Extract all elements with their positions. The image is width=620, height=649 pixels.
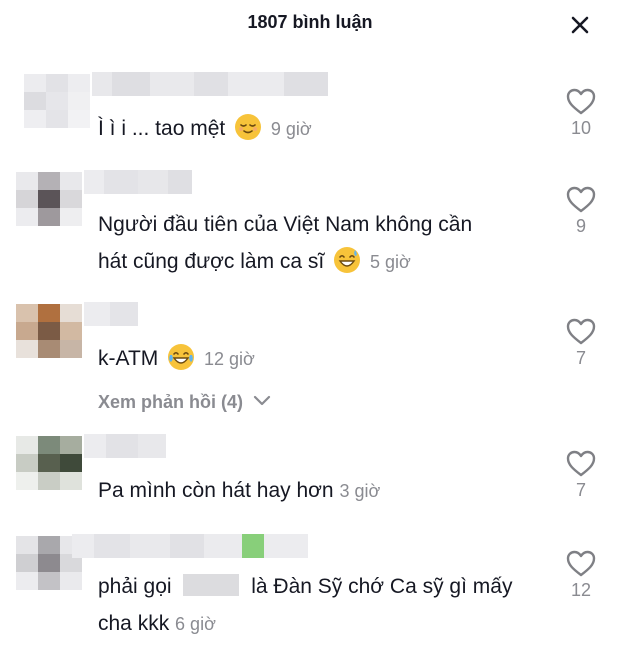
avatar[interactable]: [16, 172, 82, 226]
chevron-down-icon: [253, 395, 271, 406]
comment-item: Ì ì i ... tao mệt 9 giờ 10: [0, 70, 620, 160]
heart-icon: [566, 88, 596, 115]
like-button[interactable]: 7: [558, 316, 604, 369]
close-icon[interactable]: [564, 10, 596, 40]
comment-text: Người đầu tiên của Việt Nam không cần há…: [98, 206, 472, 281]
comment-body-part-2: là Đàn Sỹ chớ Ca sỹ gì mấy: [251, 575, 513, 598]
comments-header: 1807 bình luận: [0, 0, 620, 50]
avatar[interactable]: [16, 304, 82, 358]
comment-body: cha kkk: [98, 612, 170, 635]
username-censored[interactable]: [84, 434, 166, 458]
censored-name-block: [183, 574, 240, 596]
comment-text: Pa mình còn hát hay hơn 3 giờ: [98, 472, 380, 510]
like-button[interactable]: 7: [558, 448, 604, 501]
heart-icon: [566, 450, 596, 477]
avatar[interactable]: [24, 74, 90, 128]
comment-time: 6 giờ: [175, 614, 216, 634]
tears-of-joy-icon: [168, 344, 195, 370]
comment-body: hát cũng được làm ca sĩ: [98, 250, 325, 273]
comment-body: k-ATM: [98, 347, 159, 370]
username-censored[interactable]: [92, 72, 328, 96]
comment-time: 12 giờ: [203, 349, 255, 369]
comment-body-line-1: Người đầu tiên của Việt Nam không cần: [98, 213, 473, 236]
comment-text: phải gọi là Đàn Sỹ chớ Ca sỹ gì mấy cha …: [98, 568, 512, 643]
username-censored[interactable]: [84, 170, 192, 194]
comments-count-title: 1807 bình luận: [247, 12, 373, 32]
like-count: 7: [575, 480, 586, 500]
like-count: 7: [575, 348, 586, 368]
username-censored[interactable]: [84, 302, 138, 326]
like-button[interactable]: 12: [558, 548, 604, 601]
grinning-sweat-icon: [334, 247, 361, 273]
like-count: 9: [575, 216, 586, 236]
comment-item: phải gọi là Đàn Sỹ chớ Ca sỹ gì mấy cha …: [0, 532, 620, 649]
comment-time: 5 giờ: [369, 252, 411, 272]
like-button[interactable]: 9: [558, 184, 604, 237]
comment-body-line-2: cha kkk 6 giờ: [98, 605, 512, 643]
username-censored[interactable]: [72, 534, 308, 558]
heart-icon: [566, 186, 596, 213]
comment-body-part-1: phải gọi: [98, 575, 172, 598]
comment-item: Pa mình còn hát hay hơn 3 giờ 7: [0, 432, 620, 522]
view-replies-button[interactable]: Xem phản hồi (4): [98, 392, 272, 413]
avatar[interactable]: [16, 436, 82, 490]
comment-body: Ì ì i ... tao mệt: [98, 117, 226, 140]
heart-icon: [566, 550, 596, 577]
like-count: 10: [570, 118, 592, 138]
view-replies-label: Xem phản hồi (4): [98, 392, 244, 412]
comment-item: k-ATM 12 giờ Xem phản hồi (4) 7: [0, 300, 620, 420]
comment-body: Pa mình còn hát hay hơn: [98, 479, 334, 502]
comment-body-line-2: hát cũng được làm ca sĩ 5 giờ: [98, 243, 472, 281]
comment-time: 3 giờ: [339, 481, 381, 501]
comment-item: Người đầu tiên của Việt Nam không cần há…: [0, 168, 620, 288]
comment-body-line-1: phải gọi là Đàn Sỹ chớ Ca sỹ gì mấy: [98, 568, 512, 605]
comment-time: 9 giờ: [270, 119, 312, 139]
relieved-face-icon: [235, 114, 262, 140]
comment-text: k-ATM 12 giờ: [98, 340, 255, 378]
comment-text: Ì ì i ... tao mệt 9 giờ: [98, 110, 312, 148]
heart-icon: [566, 318, 596, 345]
like-button[interactable]: 10: [558, 86, 604, 139]
like-count: 12: [570, 580, 592, 600]
